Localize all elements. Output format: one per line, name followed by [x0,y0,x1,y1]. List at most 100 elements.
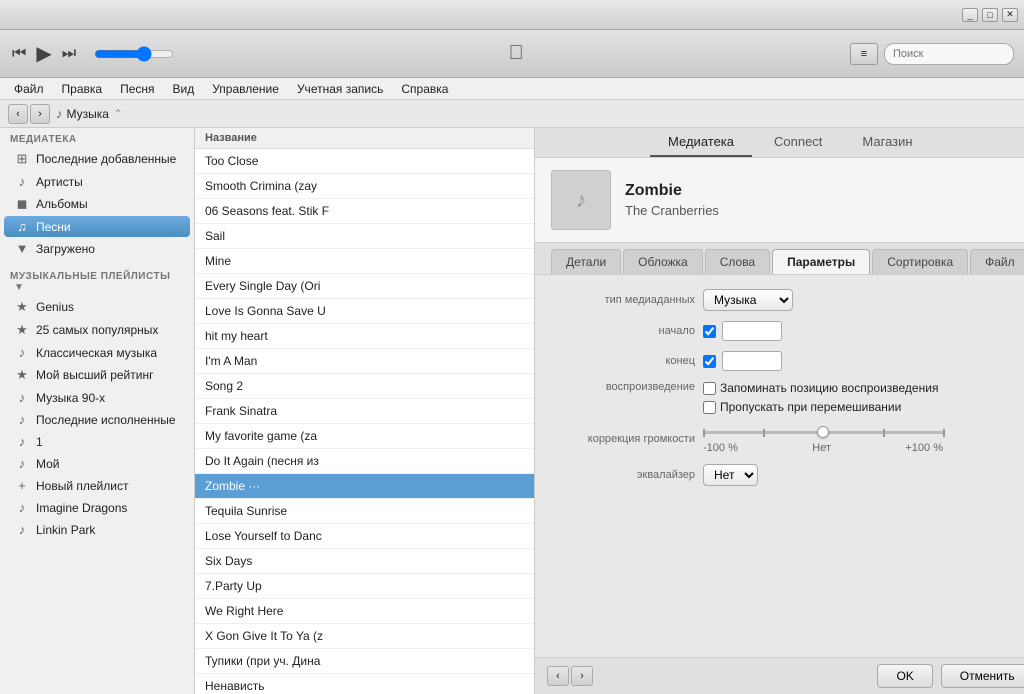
remember-position-label[interactable]: Запоминать позицию воспроизведения [703,381,938,395]
minimize-button[interactable]: _ [962,8,978,22]
menu-edit[interactable]: Правка [54,80,111,98]
song-list-item[interactable]: Sail [195,224,534,249]
skip-shuffle-label[interactable]: Пропускать при перемешивании [703,400,938,414]
sidebar-section-library: Медиатека [0,128,194,147]
list-view-button[interactable]: ≡ [850,43,878,65]
song-list-item[interactable]: 06 Seasons feat. Stik F [195,199,534,224]
sidebar-item-albums[interactable]: ◼ Альбомы [4,193,190,215]
menu-view[interactable]: Вид [165,80,203,98]
nav-forward-button[interactable]: › [30,104,50,124]
recent-icon: ⊞ [14,151,30,167]
sidebar-item-recent-played[interactable]: ♪ Последние исполненные [4,409,190,430]
sidebar-item-recent[interactable]: ⊞ Последние добавленные [4,148,190,170]
maximize-button[interactable]: □ [982,8,998,22]
nav-back-button[interactable]: ‹ [8,104,28,124]
tab-file[interactable]: Файл [970,249,1024,274]
song-list-item[interactable]: My favorite game (za [195,424,534,449]
eq-label: эквалайзер [555,469,695,481]
sidebar-item-90s[interactable]: ♪ Музыка 90-х [4,387,190,408]
song-list-item[interactable]: Tequila Sunrise [195,499,534,524]
menu-controls[interactable]: Управление [204,80,287,98]
sidebar-item-songs[interactable]: ♫ Песни [4,216,190,237]
volume-track[interactable] [703,424,943,440]
play-button[interactable]: ▶ [34,39,53,68]
apple-logo-icon:  [509,42,524,65]
menu-file[interactable]: Файл [6,80,52,98]
sidebar-item-toprated[interactable]: ★ Мой высший рейтинг [4,364,190,386]
detail-panel: Медиатека Connect Магазин ♪ Zombie The C… [535,128,1024,694]
playback-checkboxes: Запоминать позицию воспроизведения Пропу… [703,381,938,414]
media-type-select[interactable]: Музыка [703,289,793,311]
menu-account[interactable]: Учетная запись [289,80,391,98]
end-time-input[interactable]: 0:50 [722,351,782,371]
song-list-item[interactable]: Тупики (при уч. Дина [195,649,534,674]
song-list-item[interactable]: Every Single Day (Ori [195,274,534,299]
skip-shuffle-checkbox[interactable] [703,401,716,414]
menu-help[interactable]: Справка [393,80,456,98]
sidebar-label-90s: Музыка 90-х [36,391,105,405]
start-checkbox[interactable] [703,325,716,338]
song-list-item[interactable]: Ненависть [195,674,534,694]
end-time-row: конец 0:50 [555,351,1024,371]
song-list-item[interactable]: Zombie ··· [195,474,534,499]
album-art-icon: ♪ [576,187,587,213]
volume-notch-1 [703,429,705,437]
title-bar: _ □ ✕ [0,0,1024,30]
sidebar-item-top25[interactable]: ★ 25 самых популярных [4,319,190,341]
sidebar-item-artists[interactable]: ♪ Артисты [4,171,190,192]
my-icon: ♪ [14,456,30,471]
main-layout: Медиатека ⊞ Последние добавленные ♪ Арти… [0,128,1024,694]
tab-cover[interactable]: Обложка [623,249,703,274]
song-list-item[interactable]: X Gon Give It To Ya (z [195,624,534,649]
eq-select[interactable]: Нет [703,464,758,486]
song-list-item[interactable]: Do It Again (песня из [195,449,534,474]
tab-params[interactable]: Параметры [772,249,870,274]
song-list-item[interactable]: Six Days [195,549,534,574]
detail-nav-tab-connect[interactable]: Connect [756,128,840,157]
tab-lyrics[interactable]: Слова [705,249,770,274]
song-list-item[interactable]: Song 2 [195,374,534,399]
start-time-input[interactable]: 0:10 [722,321,782,341]
search-input[interactable] [884,43,1014,65]
sidebar-item-downloaded[interactable]: ▼ Загружено [4,238,190,259]
music-note-icon: ♪ [56,106,63,121]
detail-next-button[interactable]: › [571,666,593,686]
song-list-item[interactable]: hit my heart [195,324,534,349]
song-list-item[interactable]: Too Close [195,149,534,174]
menu-song[interactable]: Песня [112,80,162,98]
sidebar-item-classical[interactable]: ♪ Классическая музыка [4,342,190,363]
remember-position-checkbox[interactable] [703,382,716,395]
90s-icon: ♪ [14,390,30,405]
end-checkbox[interactable] [703,355,716,368]
cancel-button[interactable]: Отменить [941,664,1024,688]
detail-prev-button[interactable]: ‹ [547,666,569,686]
song-list-item[interactable]: 7.Party Up [195,574,534,599]
song-list-item[interactable]: We Right Here [195,599,534,624]
next-button[interactable]: ⏭ [60,43,78,65]
sidebar-item-my[interactable]: ♪ Мой [4,453,190,474]
song-list-item[interactable]: Smooth Crimina (zay [195,174,534,199]
detail-nav-tab-library[interactable]: Медиатека [650,128,752,157]
sidebar-item-1[interactable]: ♪ 1 [4,431,190,452]
tab-details[interactable]: Детали [551,249,621,274]
sidebar-item-genius[interactable]: ★ Genius [4,296,190,318]
sidebar-item-new-playlist[interactable]: + Новый плейлист [4,475,190,496]
song-list-item[interactable]: Mine [195,249,534,274]
song-list-item[interactable]: Lose Yourself to Danc [195,524,534,549]
song-list-item[interactable]: Love Is Gonna Save U [195,299,534,324]
sidebar-item-imagine-dragons[interactable]: ♪ Imagine Dragons [4,497,190,518]
end-control: 0:50 [703,351,782,371]
prev-button[interactable]: ⏮ [10,43,28,65]
sidebar-label-new-playlist: Новый плейлист [36,479,128,493]
sidebar-item-linkin-park[interactable]: ♪ Linkin Park [4,519,190,540]
ok-button[interactable]: OK [877,664,932,688]
close-button[interactable]: ✕ [1002,8,1018,22]
sidebar-section-playlists: Музыкальные плейлисты ▼ [0,265,194,295]
tab-sorting[interactable]: Сортировка [872,249,968,274]
song-list-item[interactable]: Frank Sinatra [195,399,534,424]
volume-thumb[interactable] [817,426,829,438]
volume-slider[interactable] [94,46,174,62]
volume-correction-row: коррекция громкости -100 % [555,424,1024,454]
song-list-item[interactable]: I'm A Man [195,349,534,374]
detail-nav-tab-store[interactable]: Магазин [844,128,930,157]
